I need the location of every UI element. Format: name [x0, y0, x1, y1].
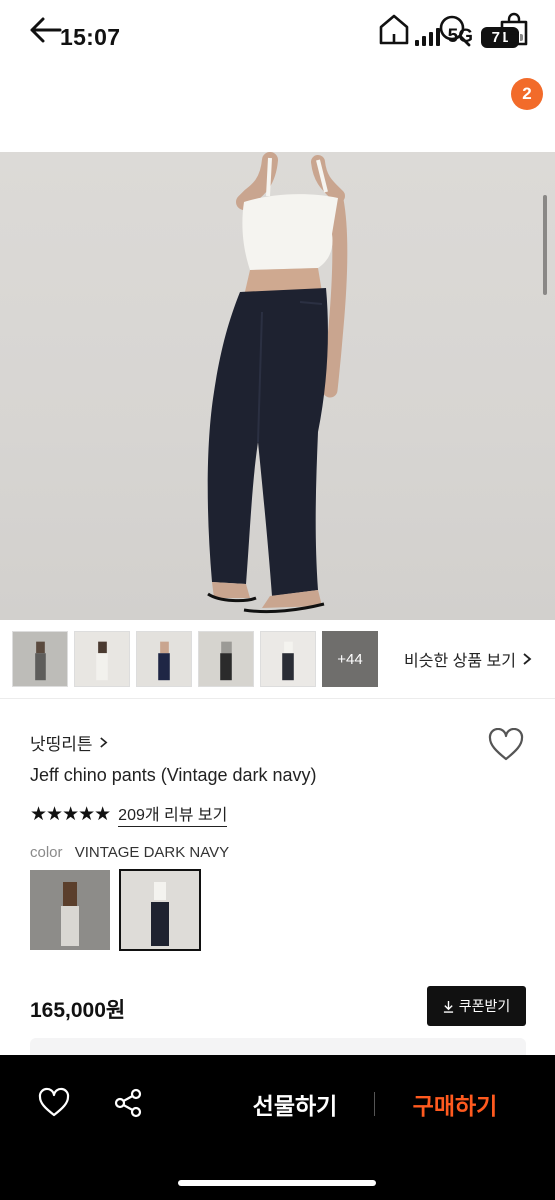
heart-outline-icon — [488, 727, 524, 761]
thumbnail-image — [261, 632, 315, 686]
rating-stars: ★★★★★ — [30, 803, 111, 825]
bottom-action-bar — [0, 1055, 555, 1200]
thumbnail-4[interactable] — [198, 631, 254, 687]
back-button[interactable] — [26, 12, 66, 48]
top-nav — [0, 80, 555, 140]
chevron-right-icon — [523, 653, 532, 665]
chevron-right-icon — [99, 737, 108, 748]
brand-link[interactable]: 낫띵리튼 — [30, 730, 108, 755]
scroll-indicator[interactable] — [543, 195, 547, 295]
share-button[interactable] — [112, 1087, 144, 1119]
gift-button[interactable]: 선물하기 — [235, 1086, 355, 1122]
thumbnail-3[interactable] — [136, 631, 192, 687]
thumbnail-5[interactable] — [260, 631, 316, 687]
download-icon — [443, 1000, 453, 1013]
thumbnail-1[interactable] — [12, 631, 68, 687]
product-price: 165,000원 — [30, 999, 126, 1022]
product-main-image[interactable] — [0, 152, 555, 620]
more-images-count: +44 — [337, 650, 363, 668]
more-images-button[interactable]: +44 — [322, 631, 378, 687]
similar-products-label: 비슷한 상품 보기 — [404, 653, 516, 670]
cart-button[interactable] — [496, 12, 532, 48]
search-icon — [439, 15, 471, 47]
divider — [0, 698, 555, 699]
color-row: color VINTAGE DARK NAVY — [30, 844, 229, 861]
coupon-button[interactable]: 쿠폰받기 — [427, 986, 526, 1026]
brand-name: 낫띵리튼 — [30, 735, 93, 754]
home-indicator[interactable] — [178, 1180, 376, 1186]
color-label: color — [30, 844, 63, 861]
thumbnail-image — [75, 632, 129, 686]
swatch-image — [120, 870, 200, 950]
rating-row: ★★★★★ 209개 리뷰 보기 — [30, 801, 228, 827]
coupon-label: 쿠폰받기 — [458, 998, 511, 1014]
status-time: 15:07 — [60, 24, 121, 50]
heart-icon — [38, 1087, 70, 1117]
product-title: Jeff chino pants (Vintage dark navy) — [30, 765, 317, 785]
swatch-image — [30, 870, 110, 950]
like-button[interactable] — [38, 1087, 70, 1119]
color-swatches — [30, 869, 201, 951]
wishlist-button[interactable] — [488, 727, 524, 762]
thumbnail-2[interactable] — [74, 631, 130, 687]
review-link[interactable]: 209개 리뷰 보기 — [118, 801, 228, 827]
buy-button[interactable]: 구매하기 — [395, 1086, 515, 1122]
model-figure-image — [207, 152, 348, 614]
back-arrow-icon — [30, 17, 62, 43]
similar-products-link[interactable]: 비슷한 상품 보기 — [404, 647, 532, 671]
cart-count-badge: 2 — [511, 78, 543, 110]
search-button[interactable] — [436, 12, 472, 48]
bar-separator — [374, 1092, 375, 1116]
color-value: VINTAGE DARK NAVY — [74, 844, 230, 861]
thumbnail-image — [199, 632, 253, 686]
thumbnail-strip: +44 비슷한 상품 보기 — [12, 630, 552, 688]
share-icon — [114, 1088, 142, 1118]
color-swatch-2-selected[interactable] — [119, 869, 201, 951]
shopping-bag-icon — [500, 12, 528, 46]
thumbnail-image — [137, 632, 191, 686]
color-swatch-1[interactable] — [30, 870, 110, 950]
home-icon — [379, 14, 409, 45]
home-button[interactable] — [376, 12, 412, 48]
thumbnail-image — [13, 632, 67, 686]
